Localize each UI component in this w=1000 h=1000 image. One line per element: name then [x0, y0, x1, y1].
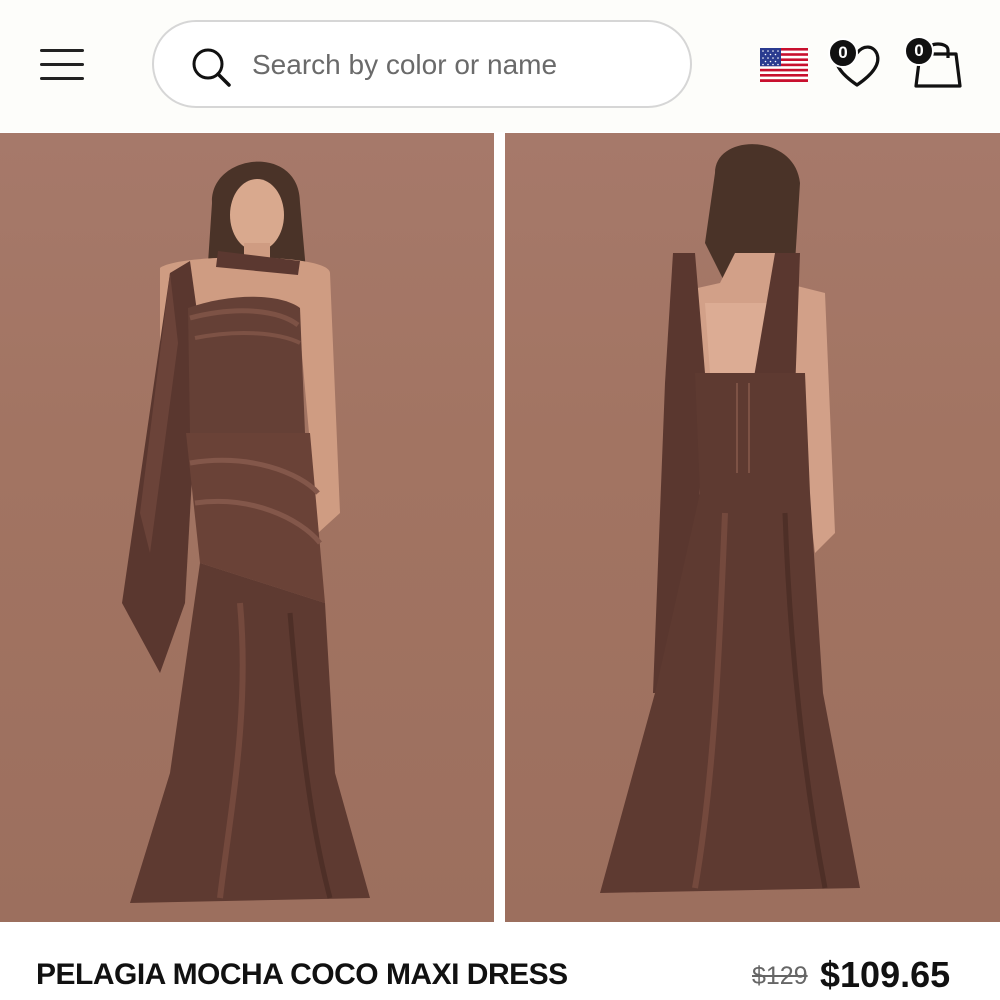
- wishlist-count-badge: 0: [828, 38, 858, 68]
- cart-count-badge: 0: [904, 36, 934, 66]
- hamburger-menu-icon[interactable]: [38, 46, 86, 82]
- product-title[interactable]: PELAGIA MOCHA COCO MAXI DRESS: [36, 958, 568, 992]
- search-icon: [192, 48, 231, 87]
- wishlist-button[interactable]: 0: [828, 38, 886, 90]
- search-bar[interactable]: [152, 20, 692, 108]
- product-info: PELAGIA MOCHA COCO MAXI DRESS $129 $109.…: [0, 922, 1000, 1000]
- cart-button[interactable]: 0: [904, 36, 964, 90]
- original-price: $129: [752, 962, 808, 990]
- product-image-back[interactable]: [505, 133, 1000, 922]
- product-image-front[interactable]: [0, 133, 494, 922]
- model-front-illustration: [122, 161, 370, 903]
- search-input[interactable]: [252, 40, 672, 90]
- model-back-illustration: [600, 144, 860, 893]
- top-header: 0 0: [0, 0, 1000, 132]
- sale-price: $109.65: [820, 954, 951, 995]
- us-flag-icon[interactable]: [760, 48, 808, 82]
